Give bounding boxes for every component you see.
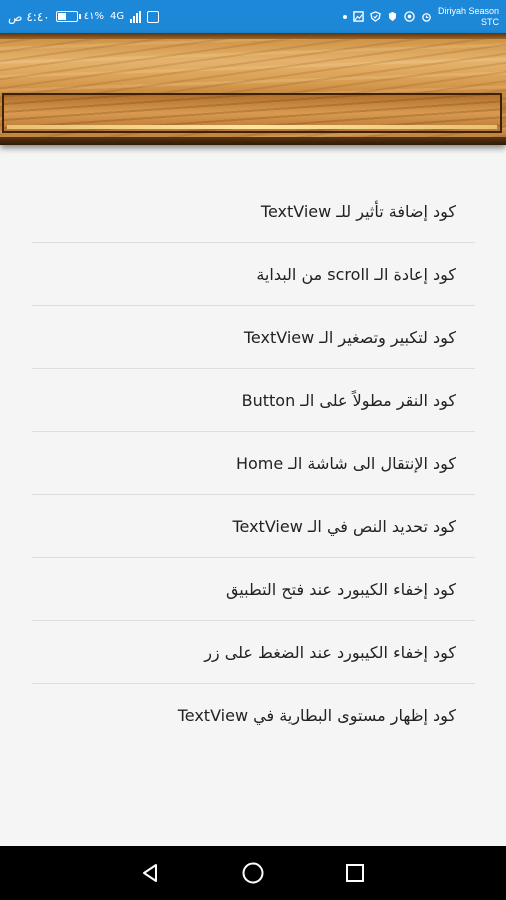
list-item-label: كود إظهار مستوى البطارية في TextView: [177, 706, 456, 725]
navigation-bar: [0, 846, 506, 900]
back-icon: [143, 864, 157, 882]
home-icon: [242, 862, 264, 884]
list-item[interactable]: كود لتكبير وتصغير الـ TextView: [32, 306, 475, 369]
status-time: ٤:٤٠ ص: [8, 9, 50, 24]
back-button[interactable]: [139, 861, 163, 885]
list-item[interactable]: كود إظهار مستوى البطارية في TextView: [32, 684, 475, 747]
status-bar: ٤:٤٠ ص ٤١% 4G Diriyah Season STC: [0, 0, 506, 33]
list-item-label: كود إضافة تأثير للـ TextView: [260, 201, 456, 221]
list-item-label: كود النقر مطولاً على الـ Button: [241, 390, 456, 410]
list-item[interactable]: كود إضافة تأثير للـ TextView: [32, 180, 475, 243]
status-left-group: ٤:٤٠ ص ٤١% 4G: [8, 9, 160, 24]
signal-icon: [130, 10, 142, 23]
security-icon: [388, 11, 397, 22]
list-item[interactable]: كود النقر مطولاً على الـ Button: [32, 369, 475, 432]
list-item-label: كود تحديد النص في الـ TextView: [232, 516, 456, 536]
carrier-line-2: STC: [481, 16, 499, 27]
list-item-label: كود لتكبير وتصغير الـ TextView: [243, 327, 456, 347]
wood-top-edge: [0, 33, 506, 39]
list-item[interactable]: كود الإنتقال الى شاشة الـ Home: [32, 432, 475, 495]
wooden-header-banner: [0, 33, 506, 145]
recents-button[interactable]: [343, 861, 367, 885]
list-item[interactable]: كود إعادة الـ scroll من البداية: [32, 243, 475, 306]
battery-icon: [55, 11, 81, 22]
shield-icon: [370, 11, 381, 22]
wood-bottom-edge: [0, 137, 506, 145]
carrier-name: Diriyah Season STC: [438, 6, 499, 28]
carrier-line-1: Diriyah Season: [437, 5, 499, 16]
list-item[interactable]: كود إخفاء الكيبورد عند الضغط على زر: [32, 621, 475, 684]
list-item-label: كود إخفاء الكيبورد عند الضغط على زر: [204, 642, 456, 662]
notification-dot-icon: [342, 14, 347, 19]
list-item-label: كود الإنتقال الى شاشة الـ Home: [235, 453, 456, 473]
code-list: كود إضافة تأثير للـ TextView كود إعادة ا…: [32, 180, 475, 747]
vibrate-icon: [147, 10, 160, 23]
status-right-group: Diriyah Season STC: [342, 6, 499, 28]
alarm-icon: [422, 13, 431, 22]
list-item[interactable]: كود تحديد النص في الـ TextView: [32, 495, 475, 558]
list-item[interactable]: كود إخفاء الكيبورد عند فتح التطبيق: [32, 558, 475, 621]
recents-icon: [346, 864, 364, 882]
image-notification-icon: [353, 11, 364, 22]
battery-percent: ٤١%: [83, 11, 104, 22]
list-item-label: كود إعادة الـ scroll من البداية: [256, 264, 456, 284]
network-type: 4G: [109, 11, 125, 22]
home-button[interactable]: [241, 861, 265, 885]
app-notification-icon: [404, 11, 415, 22]
list-item-label: كود إخفاء الكيبورد عند فتح التطبيق: [225, 579, 456, 599]
wood-plank: [2, 93, 502, 133]
